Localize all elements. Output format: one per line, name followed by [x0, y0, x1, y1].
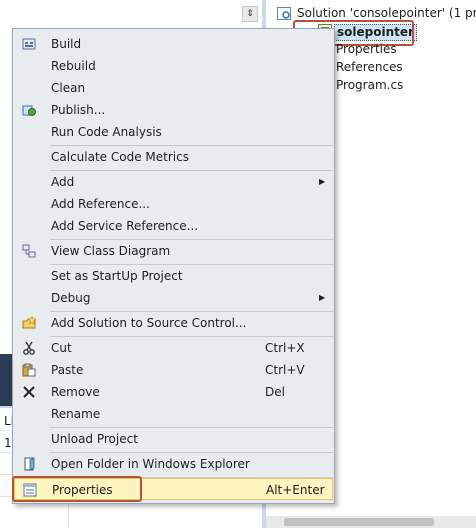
- menu-item-add[interactable]: Add ▶: [14, 171, 333, 193]
- menu-item-label: Debug: [51, 291, 91, 305]
- remove-x-icon: [23, 386, 35, 398]
- menu-item-label: Add: [51, 175, 75, 189]
- menu-item-label: View Class Diagram: [51, 244, 171, 258]
- menu-item-label: Cut: [51, 341, 72, 355]
- menu-item-label: Add Service Reference...: [51, 219, 199, 233]
- screen: ⇕ Li 11 Solution 'consolepointer' (1 pro…: [0, 0, 476, 528]
- class-diagram-icon: [22, 244, 36, 258]
- publish-icon: [22, 105, 36, 116]
- menu-item-label: Calculate Code Metrics: [51, 150, 189, 164]
- menu-item-build[interactable]: Build: [14, 33, 333, 55]
- menu-item-label: Open Folder in Windows Explorer: [51, 457, 250, 471]
- menu-item-cut[interactable]: Cut Ctrl+X: [14, 337, 333, 359]
- menu-item-clean[interactable]: Clean: [14, 77, 333, 99]
- source-control-icon: [22, 316, 36, 329]
- menu-item-label: Paste: [51, 363, 84, 377]
- build-icon: [22, 38, 36, 50]
- submenu-arrow-icon: ▶: [319, 177, 326, 186]
- submenu-arrow-icon: ▶: [319, 293, 326, 302]
- scrollbar-thumb[interactable]: [284, 518, 434, 526]
- menu-item-remove[interactable]: Remove Del: [14, 381, 333, 403]
- program-cs-node[interactable]: Program.cs: [336, 78, 403, 92]
- scissors-icon: [23, 341, 35, 355]
- menu-item-label: Remove: [51, 385, 100, 399]
- menu-item-shortcut: Del: [265, 385, 285, 399]
- menu-item-add-solution-to-source-control[interactable]: Add Solution to Source Control...: [14, 312, 333, 334]
- menu-item-open-folder-in-windows-explorer[interactable]: Open Folder in Windows Explorer: [14, 453, 333, 475]
- open-folder-icon: [24, 457, 35, 471]
- menu-item-label: Clean: [51, 81, 86, 95]
- menu-item-label: Publish...: [51, 103, 106, 117]
- menu-item-label: Build: [51, 37, 82, 51]
- editor-split-button[interactable]: ⇕: [242, 6, 258, 22]
- solution-icon: [277, 7, 291, 20]
- menu-item-publish[interactable]: Publish...: [14, 99, 333, 121]
- menu-item-unload-project[interactable]: Unload Project: [14, 428, 333, 450]
- references-node[interactable]: References: [336, 60, 403, 74]
- properties-node[interactable]: Properties: [336, 42, 397, 56]
- menu-item-add-reference[interactable]: Add Reference...: [14, 193, 333, 215]
- menu-item-shortcut: Ctrl+V: [265, 363, 305, 377]
- menu-item-label: Set as StartUp Project: [51, 269, 183, 283]
- menu-item-calculate-code-metrics[interactable]: Calculate Code Metrics: [14, 146, 333, 168]
- menu-item-shortcut: Alt+Enter: [266, 483, 325, 497]
- menu-item-debug[interactable]: Debug ▶: [14, 287, 333, 309]
- menu-item-rename[interactable]: Rename: [14, 403, 333, 425]
- menu-item-add-service-reference[interactable]: Add Service Reference...: [14, 215, 333, 237]
- menu-item-rebuild[interactable]: Rebuild: [14, 55, 333, 77]
- menu-item-label: Rename: [51, 407, 101, 421]
- menu-item-shortcut: Ctrl+X: [265, 341, 305, 355]
- properties-annotation-box: [12, 476, 142, 502]
- menu-item-run-code-analysis[interactable]: Run Code Analysis: [14, 121, 333, 143]
- menu-item-label: Run Code Analysis: [51, 125, 162, 139]
- paste-icon: [22, 363, 36, 377]
- menu-item-label: Add Reference...: [51, 197, 150, 211]
- menu-item-paste[interactable]: Paste Ctrl+V: [14, 359, 333, 381]
- menu-item-set-as-startup-project[interactable]: Set as StartUp Project: [14, 265, 333, 287]
- context-menu: Build Rebuild Clean Publish... Run Code …: [12, 28, 335, 504]
- menu-item-view-class-diagram[interactable]: View Class Diagram: [14, 240, 333, 262]
- solution-node-label[interactable]: Solution 'consolepointer' (1 proje: [297, 6, 476, 20]
- menu-item-label: Unload Project: [51, 432, 138, 446]
- menu-item-label: Rebuild: [51, 59, 96, 73]
- menu-item-label: Add Solution to Source Control...: [51, 316, 247, 330]
